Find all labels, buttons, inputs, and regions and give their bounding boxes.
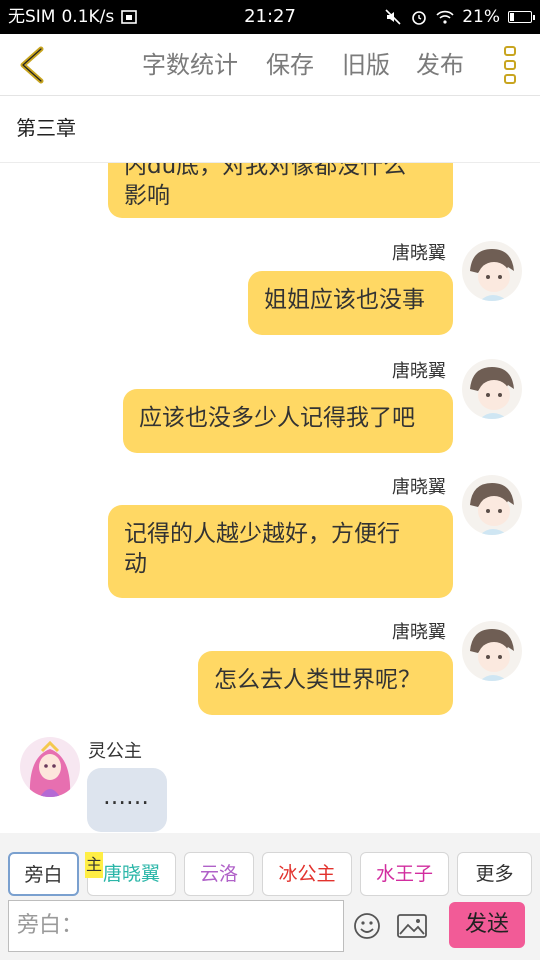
back-button[interactable] [10,42,54,88]
send-button[interactable]: 发送 [449,902,525,948]
chat-bubble[interactable]: 内du底，对我对像都没什么 影响 [108,163,453,218]
avatar[interactable] [20,737,80,797]
message-text: 姐姐应该也没事 [264,287,425,313]
boy-avatar-icon [462,359,522,419]
status-bar: 无SIM 0.1K/s 21:27 21% [0,0,540,34]
chat-bubble[interactable]: 姐姐应该也没事 [248,271,453,335]
status-right: 21% [384,0,535,34]
message-text: …… [103,784,149,810]
princess-avatar-icon [20,737,80,797]
chat-bubble[interactable]: 记得的人越少越好，方便行 动 [108,505,453,598]
speaker-name: 唐晓翼 [392,243,446,264]
more-menu-button[interactable] [498,42,522,88]
image-icon[interactable] [396,911,428,941]
more-dot [504,74,516,84]
word-count-button[interactable]: 字数统计 [142,34,238,96]
role-narrator[interactable]: 旁白 [8,852,79,896]
old-version-button[interactable]: 旧版 [342,34,390,96]
message-text: 影响 [124,183,170,209]
avatar[interactable] [462,475,522,535]
boy-avatar-icon [462,621,522,681]
chat-bubble[interactable]: 应该也没多少人记得我了吧 [123,389,453,453]
role-ice-princess[interactable]: 冰公主 [262,852,352,896]
speaker-name: 唐晓翼 [392,361,446,382]
avatar[interactable] [462,359,522,419]
role-yunluo[interactable]: 云洛 [184,852,254,896]
chapter-header: 第三章 [0,97,540,163]
wifi-icon [436,10,454,24]
more-dot [504,46,516,56]
boy-avatar-icon [462,241,522,301]
message-text: 怎么去人类世界呢？ [214,667,421,693]
chat-bubble[interactable]: 怎么去人类世界呢？ [198,651,453,715]
message-text: 记得的人越少越好，方便行 [124,521,400,547]
mute-icon [385,9,401,25]
chapter-title[interactable]: 第三章 [16,112,76,141]
message-input[interactable]: 旁白： [8,900,344,952]
emoji-icon[interactable] [352,911,382,941]
role-water-prince[interactable]: 水王子 [360,852,449,896]
avatar[interactable] [462,241,522,301]
input-bar: 旁白： 发送 [0,897,540,960]
avatar[interactable] [462,621,522,681]
role-more-button[interactable]: 更多 [457,852,532,896]
chevron-left-icon [20,46,44,84]
chat-bubble[interactable]: …… [87,768,167,832]
host-tag: 主 [85,852,103,878]
message-text: 应该也没多少人记得我了吧 [139,405,415,431]
battery-percent: 21% [462,7,500,27]
speaker-name: 唐晓翼 [392,622,446,643]
save-button[interactable]: 保存 [266,34,314,96]
publish-button[interactable]: 发布 [416,34,464,96]
message-text: 动 [124,551,147,577]
editor-toolbar: 字数统计 保存 旧版 发布 [0,34,540,96]
boy-avatar-icon [462,475,522,535]
message-text: 内du底，对我对像都没什么 [124,163,407,179]
speaker-name: 灵公主 [88,741,142,762]
more-dot [504,60,516,70]
speaker-name: 唐晓翼 [392,477,446,498]
battery-icon [508,11,535,23]
role-selector-bar: 旁白 唐晓翼 云洛 冰公主 水王子 更多 [0,833,540,897]
alarm-icon [412,11,427,25]
chat-area[interactable]: 内du底，对我对像都没什么 影响 唐晓翼 姐姐应该也没事 唐晓翼 应该也没多少人… [0,163,540,833]
